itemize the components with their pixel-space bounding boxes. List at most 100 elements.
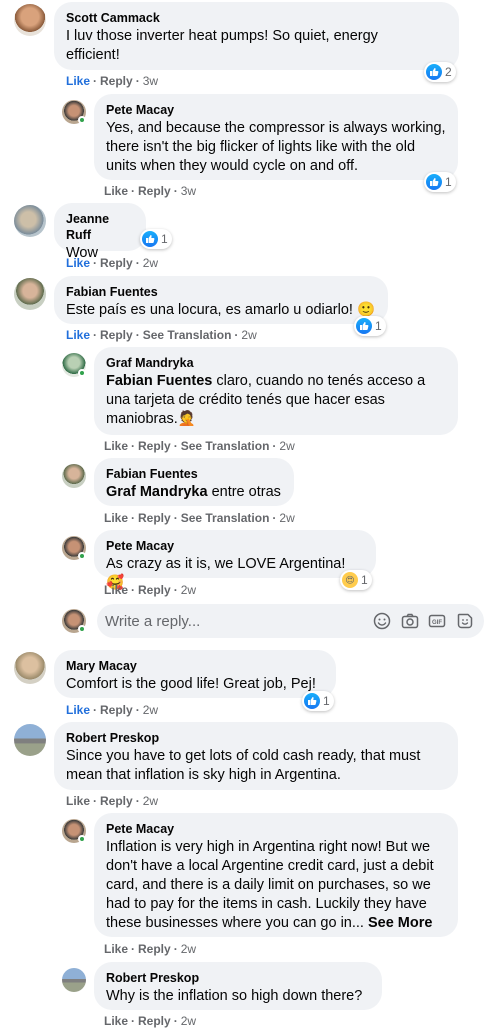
avatar[interactable] [62, 464, 86, 488]
reply-link[interactable]: Reply [138, 942, 171, 956]
like-link[interactable]: Like [104, 511, 128, 525]
like-link[interactable]: Like [66, 703, 90, 717]
reply-composer: GIF [97, 604, 484, 638]
gif-icon[interactable]: GIF [428, 612, 446, 630]
comment-actions: Like · Reply · See Translation · 2w [66, 327, 257, 343]
timestamp[interactable]: 2w [143, 794, 158, 808]
see-translation-link[interactable]: See Translation [181, 439, 270, 453]
comment-author[interactable]: Jeanne Ruff [66, 211, 134, 243]
like-link[interactable]: Like [104, 583, 128, 597]
comment-actions: Like · Reply · See Translation · 2w [104, 510, 295, 526]
reply-input[interactable] [97, 604, 367, 638]
online-status-icon [78, 369, 86, 377]
timestamp[interactable]: 2w [181, 1014, 196, 1028]
online-status-icon [78, 552, 86, 560]
timestamp[interactable]: 2w [241, 328, 256, 342]
reaction-number: 1 [375, 319, 382, 333]
reply-link[interactable]: Reply [100, 256, 133, 270]
timestamp[interactable]: 2w [143, 256, 158, 270]
comment-author[interactable]: Pete Macay [106, 102, 446, 118]
mentioned-user[interactable]: Graf Mandryka [106, 484, 208, 500]
separator: · [93, 794, 98, 808]
separator: · [93, 256, 98, 270]
separator: · [135, 74, 140, 88]
comment-author[interactable]: Robert Preskop [66, 730, 446, 746]
comment-author[interactable]: Scott Cammack [66, 10, 447, 26]
separator: · [93, 328, 98, 342]
separator: · [135, 794, 140, 808]
reply-link[interactable]: Reply [100, 74, 133, 88]
comment-bubble: Pete Macay As crazy as it is, we LOVE Ar… [94, 530, 376, 591]
reaction-count[interactable]: 2 [424, 62, 456, 82]
reply-link[interactable]: Reply [138, 1014, 171, 1028]
reaction-count[interactable]: 1 [140, 229, 172, 249]
avatar[interactable] [62, 968, 86, 992]
comment-author[interactable]: Pete Macay [106, 538, 364, 554]
comment-bubble: Robert Preskop Since you have to get lot… [54, 722, 458, 790]
reaction-count[interactable]: 1 [354, 316, 386, 336]
sticker-icon[interactable] [456, 612, 474, 630]
timestamp[interactable]: 2w [143, 703, 158, 717]
comment-bubble: Pete Macay Yes, and because the compress… [94, 94, 458, 180]
reply-link[interactable]: Reply [100, 703, 133, 717]
reaction-count[interactable]: 1 [424, 172, 456, 192]
comment-text: Este país es una locura, es amarlo u odi… [66, 302, 376, 318]
comment-bubble: Fabian Fuentes Este país es una locura, … [54, 276, 388, 324]
like-reaction-icon [426, 174, 442, 190]
see-translation-link[interactable]: See Translation [181, 511, 270, 525]
like-link[interactable]: Like [66, 794, 90, 808]
comment-author[interactable]: Graf Mandryka [106, 355, 446, 371]
comment-actions: Like · Reply · 2w [104, 1013, 196, 1029]
reply-link[interactable]: Reply [138, 583, 171, 597]
comment-author[interactable]: Mary Macay [66, 658, 324, 674]
avatar[interactable] [14, 652, 46, 684]
like-link[interactable]: Like [104, 942, 128, 956]
comment-bubble: Scott Cammack I luv those inverter heat … [54, 2, 459, 70]
separator: · [272, 439, 277, 453]
avatar[interactable] [14, 205, 46, 237]
timestamp[interactable]: 2w [181, 942, 196, 956]
comment-author[interactable]: Pete Macay [106, 821, 446, 837]
reply-link[interactable]: Reply [138, 439, 171, 453]
reaction-count[interactable]: 1 [302, 691, 334, 711]
reaction-count[interactable]: 😍 1 [340, 570, 372, 590]
like-link[interactable]: Like [66, 256, 90, 270]
separator: · [173, 184, 178, 198]
timestamp[interactable]: 2w [181, 583, 196, 597]
avatar[interactable] [14, 4, 46, 36]
comment-actions: Like · Reply · 2w [66, 793, 158, 809]
emoji-icon[interactable] [373, 612, 391, 630]
comment-author[interactable]: Fabian Fuentes [106, 466, 282, 482]
mentioned-user[interactable]: Fabian Fuentes [106, 373, 212, 389]
reply-link[interactable]: Reply [100, 328, 133, 342]
like-link[interactable]: Like [66, 74, 90, 88]
like-link[interactable]: Like [66, 328, 90, 342]
separator: · [173, 942, 178, 956]
camera-icon[interactable] [401, 612, 419, 630]
online-status-icon [78, 116, 86, 124]
comment-text: Since you have to get lots of cold cash … [66, 748, 421, 783]
reply-link[interactable]: Reply [100, 794, 133, 808]
comment-bubble: Graf Mandryka Fabian Fuentes claro, cuan… [94, 347, 458, 435]
comment-author[interactable]: Fabian Fuentes [66, 284, 376, 300]
avatar[interactable] [14, 724, 46, 756]
avatar[interactable] [14, 278, 46, 310]
like-link[interactable]: Like [104, 1014, 128, 1028]
timestamp[interactable]: 3w [143, 74, 158, 88]
comment-author[interactable]: Robert Preskop [106, 970, 370, 986]
love-face-reaction-icon: 😍 [342, 572, 358, 588]
timestamp[interactable]: 2w [279, 511, 294, 525]
separator: · [234, 328, 239, 342]
comment-actions: Like · Reply · 3w [104, 183, 196, 199]
timestamp[interactable]: 2w [279, 439, 294, 453]
see-more-link[interactable]: See More [368, 915, 432, 931]
reply-link[interactable]: Reply [138, 511, 171, 525]
see-translation-link[interactable]: See Translation [143, 328, 232, 342]
separator: · [131, 942, 136, 956]
separator: · [173, 583, 178, 597]
timestamp[interactable]: 3w [181, 184, 196, 198]
online-status-icon [78, 835, 86, 843]
reply-link[interactable]: Reply [138, 184, 171, 198]
like-link[interactable]: Like [104, 439, 128, 453]
like-link[interactable]: Like [104, 184, 128, 198]
